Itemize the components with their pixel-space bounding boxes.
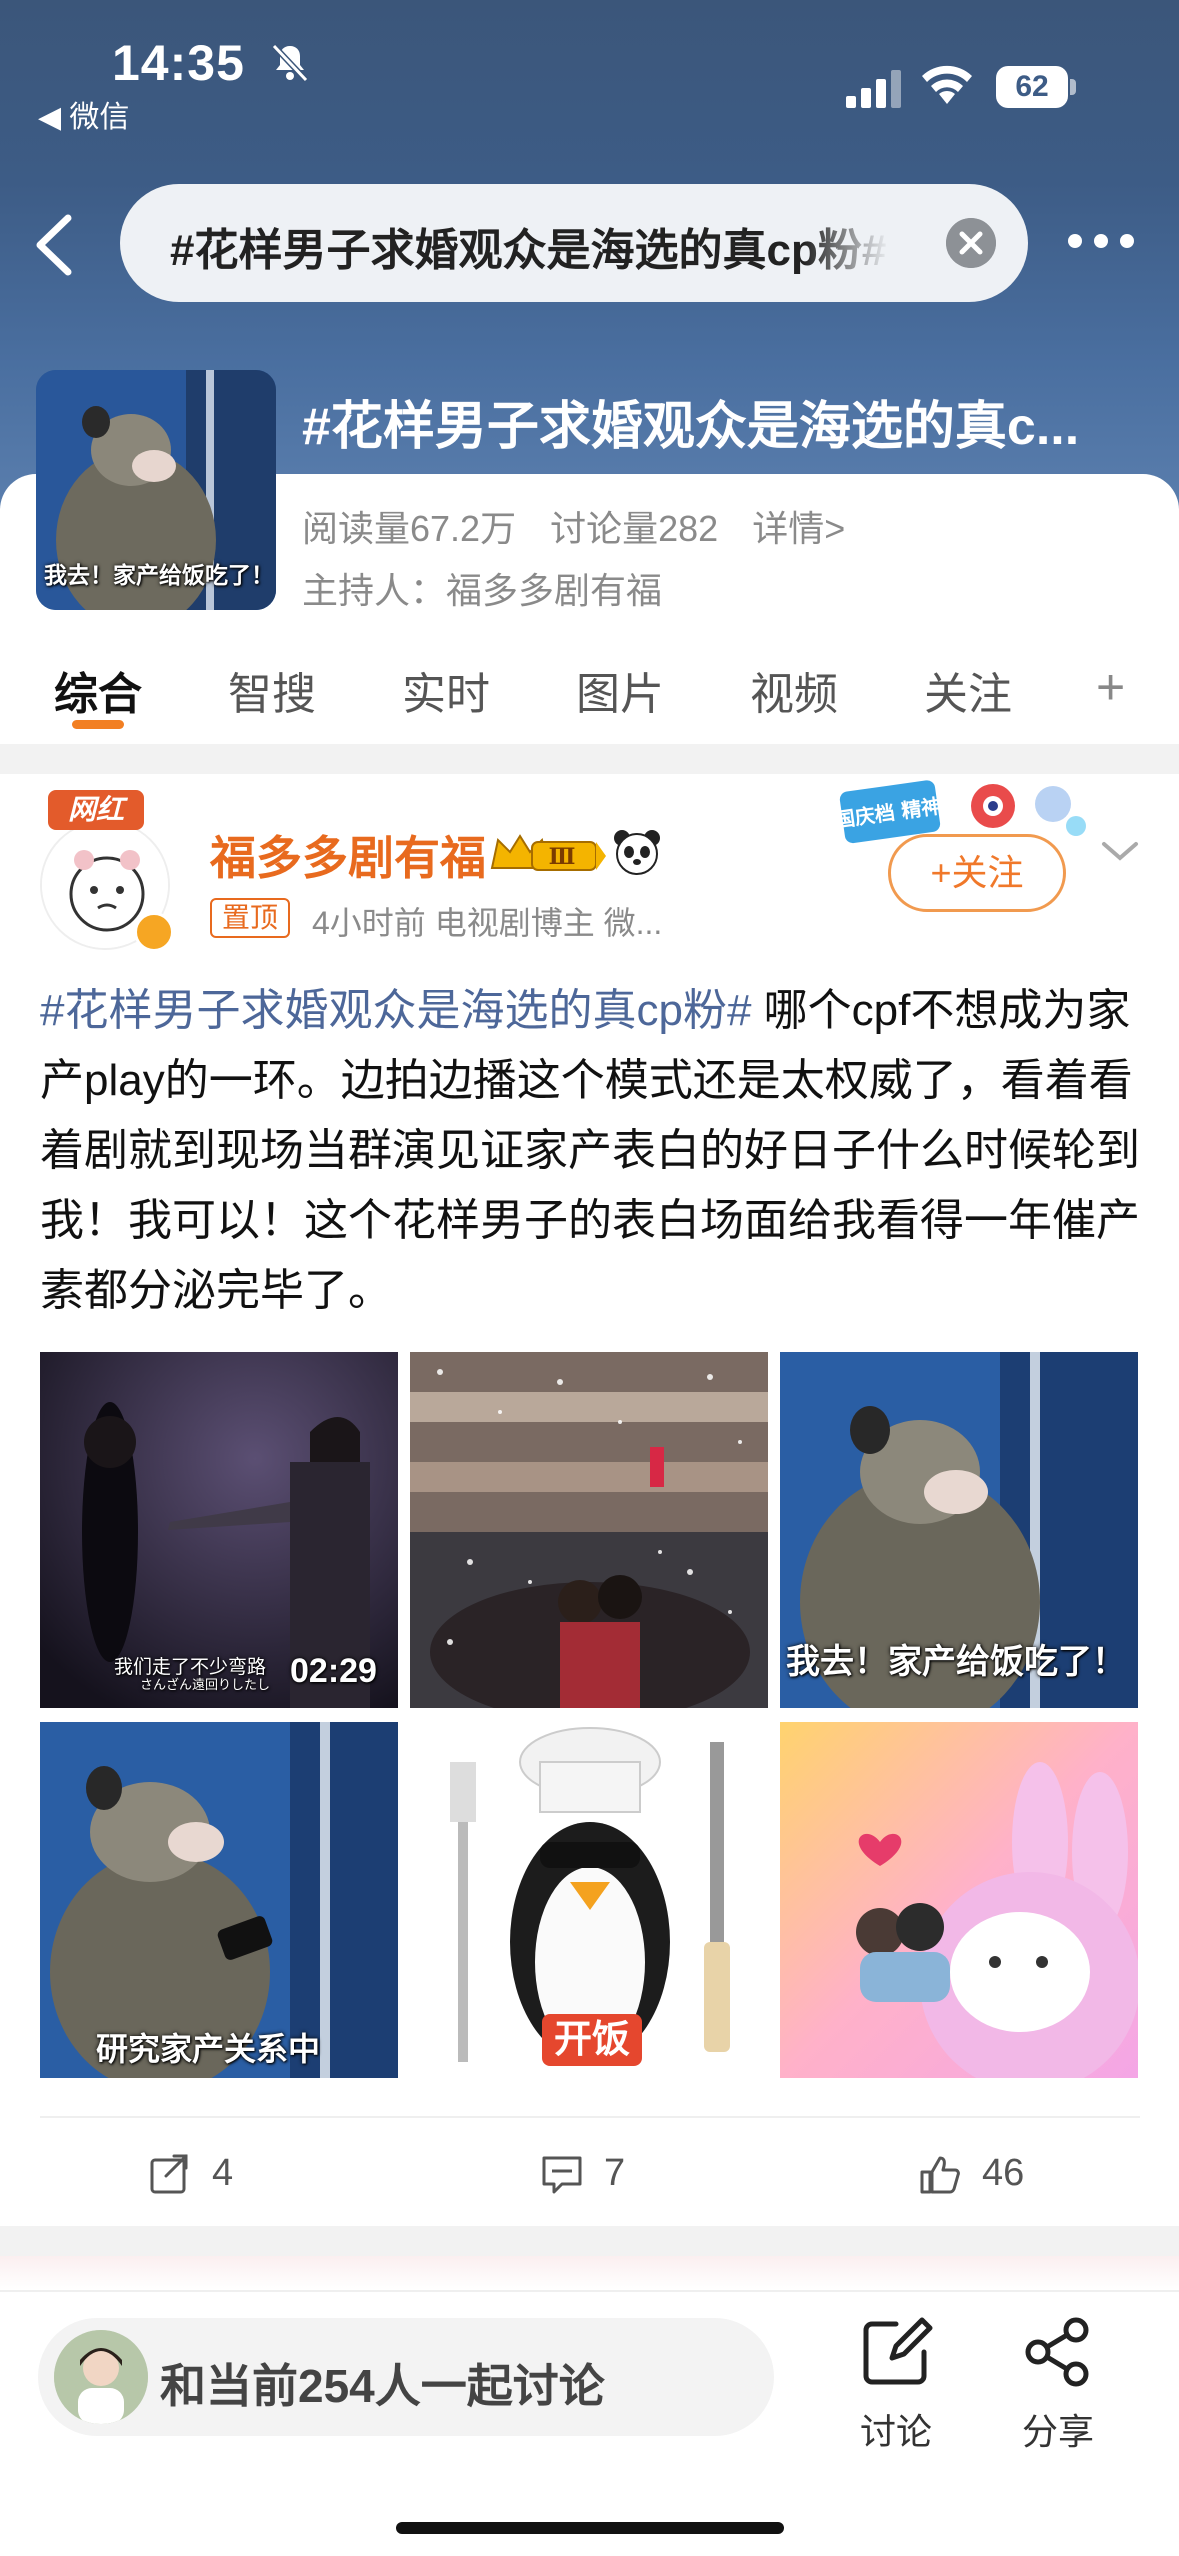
- post-hashtag[interactable]: #花样男子求婚观众是海选的真cp粉#: [40, 986, 751, 1035]
- opossum-phone-caption: 研究家产关系中: [96, 2031, 321, 2067]
- details-link[interactable]: 详情>: [752, 508, 845, 549]
- verified-badge-icon: [134, 912, 174, 952]
- share-label: 分享: [1021, 2411, 1094, 2452]
- post-body: #花样男子求婚观众是海选的真cp粉# 哪个cpf不想成为家产play的一环。边拍…: [40, 976, 1140, 1326]
- join-discussion-text: 和当前254人一起讨论: [160, 2360, 605, 2412]
- image-opossum-phone-meme[interactable]: 研究家产关系中: [40, 1722, 398, 2078]
- tab-smart-search[interactable]: 智搜: [228, 658, 316, 722]
- join-discussion-input[interactable]: 和当前254人一起讨论: [38, 2318, 774, 2436]
- topic-stats: 阅读量67.2万 讨论量282 详情>: [302, 500, 869, 552]
- post-action-bar: 4 7 46: [40, 2116, 1140, 2226]
- pinned-badge: 置顶: [210, 898, 291, 938]
- comment-icon: [542, 2156, 582, 2194]
- clear-search-button[interactable]: [946, 218, 996, 268]
- read-count: 阅读量67.2万: [302, 508, 517, 549]
- tab-realtime[interactable]: 实时: [402, 658, 490, 722]
- post-text: 哪个cpf不想成为家产play的一环。边拍边播这个模式还是太权威了，看着看着剧就…: [40, 986, 1140, 1315]
- image-pink-bunny-sticker[interactable]: [780, 1722, 1138, 2078]
- thumbnail-caption: 我去！家产给饭吃了！: [44, 562, 274, 588]
- image-opossum-meme[interactable]: 我去！家产给饭吃了！: [780, 1352, 1138, 1708]
- panda-icon: [614, 830, 660, 875]
- chevron-down-icon[interactable]: [1098, 836, 1142, 866]
- status-time: 14:35: [112, 35, 245, 91]
- section-divider: [0, 744, 1179, 774]
- search-query-text: #花样男子求婚观众是海选的真cp粉#: [170, 226, 887, 275]
- image-video-thumbnail[interactable]: 我们走了不少弯路 さんざん遠回りしたし 02:29: [40, 1352, 398, 1708]
- section-divider: [0, 2226, 1179, 2256]
- video-duration: 02:29: [290, 1652, 377, 1690]
- follow-button[interactable]: +关注: [888, 834, 1066, 912]
- topic-thumbnail[interactable]: 我去！家产给饭吃了！: [36, 370, 276, 610]
- more-options-icon[interactable]: [1066, 226, 1136, 256]
- bell-off-icon: [271, 43, 309, 83]
- bottom-bar: 和当前254人一起讨论 讨论 分享: [0, 2290, 1179, 2556]
- post-meta: 4小时前 电视剧博主 微...: [312, 905, 663, 941]
- author-avatar[interactable]: 网红: [40, 790, 174, 952]
- tab-images[interactable]: 图片: [576, 658, 664, 722]
- image-grid: 我们走了不少弯路 さんざん遠回りしたし 02:29 我去！家产给饭吃了！ 研究家…: [40, 1352, 1140, 2080]
- opossum-caption: 我去！家产给饭吃了！: [786, 1643, 1126, 1681]
- edit-icon: [863, 2317, 933, 2385]
- add-tab-button[interactable]: +: [1096, 658, 1125, 716]
- battery-indicator: 62: [996, 66, 1076, 108]
- image-penguin-chef-meme[interactable]: 开饭: [410, 1722, 768, 2078]
- user-avatar: [54, 2330, 148, 2424]
- back-to-app-link[interactable]: ◀ 微信: [38, 92, 129, 136]
- repost-count: 4: [212, 2152, 234, 2194]
- like-count: 46: [982, 2152, 1025, 2194]
- topic-title: #花样男子求婚观众是海选的真c...: [302, 398, 1080, 456]
- comment-count: 7: [604, 2152, 626, 2194]
- author-name[interactable]: 福多多剧有福: [210, 822, 486, 888]
- crown-level-icon: Ⅲ: [490, 834, 606, 871]
- discuss-button[interactable]: 讨论: [836, 2314, 956, 2474]
- active-tab-indicator: [72, 720, 124, 729]
- share-button[interactable]: 分享: [998, 2314, 1118, 2474]
- discuss-label: 讨论: [859, 2411, 932, 2452]
- tab-following[interactable]: 关注: [924, 658, 1012, 722]
- signal-icon: [846, 70, 901, 108]
- influencer-badge: 网红: [48, 790, 144, 830]
- svg-text:Ⅲ: Ⅲ: [549, 844, 576, 870]
- back-arrow-icon[interactable]: [30, 210, 80, 280]
- next-card-peek: [0, 2256, 1179, 2290]
- thumbs-up-icon: [920, 2156, 960, 2194]
- topic-host[interactable]: 主持人：福多多剧有福: [302, 562, 662, 614]
- wifi-icon: [922, 65, 972, 104]
- status-bar: 14:35 ◀ 微信 62: [0, 0, 1179, 134]
- tab-bar: 综合 智搜 实时 图片 视频 关注 +: [0, 640, 1179, 740]
- penguin-caption: 开饭: [542, 2014, 643, 2066]
- repost-icon: [150, 2154, 188, 2194]
- tab-videos[interactable]: 视频: [750, 658, 838, 722]
- image-theater-scene[interactable]: [410, 1352, 768, 1708]
- video-subtitle-jp: さんざん遠回りしたし: [140, 1677, 271, 1692]
- home-indicator[interactable]: [396, 2522, 784, 2534]
- share-icon: [1025, 2317, 1089, 2387]
- search-input[interactable]: #花样男子求婚观众是海选的真cp粉#: [120, 184, 1028, 302]
- discuss-count: 讨论量282: [550, 508, 719, 549]
- tab-overview[interactable]: 综合: [54, 658, 142, 722]
